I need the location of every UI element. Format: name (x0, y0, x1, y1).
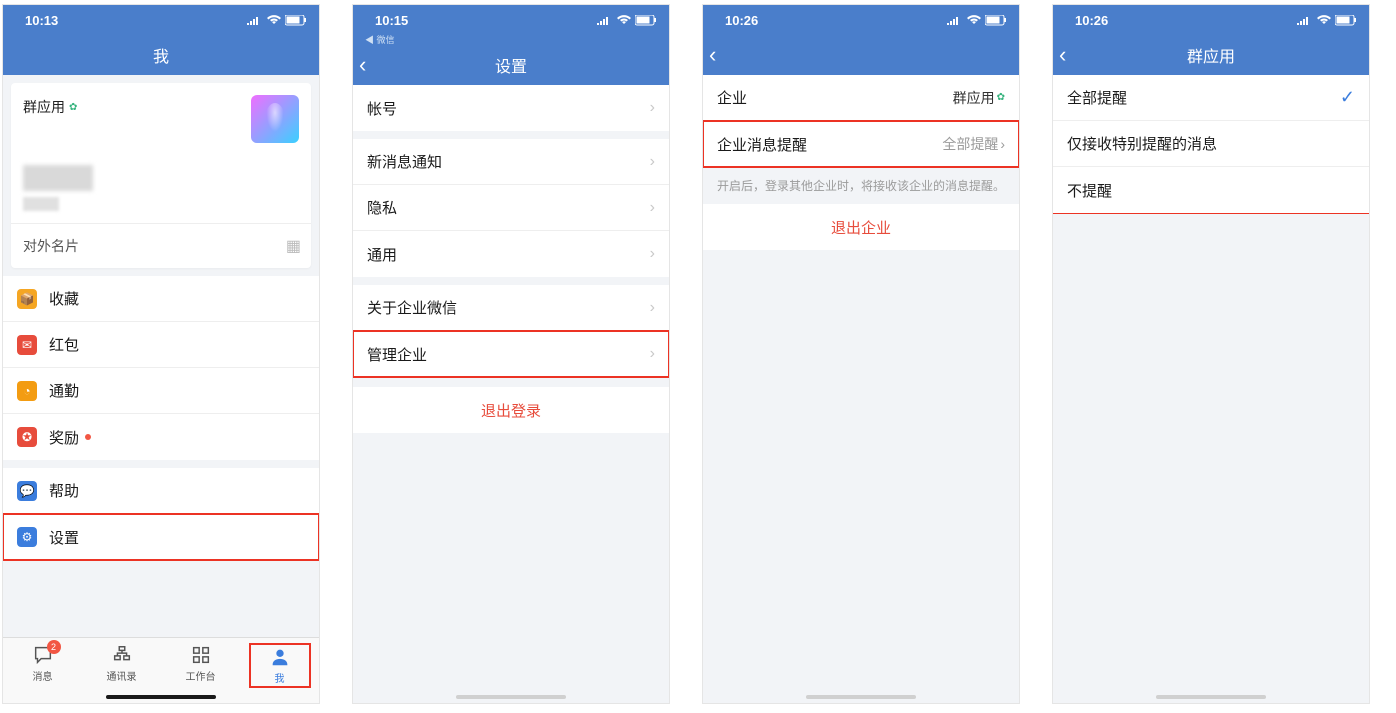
chevron-right-icon: › (650, 299, 655, 317)
chevron-right-icon: › (1000, 136, 1005, 152)
chevron-right-icon: › (650, 199, 655, 217)
row-enterprise[interactable]: 企业 群应用 ✿ (703, 75, 1019, 121)
badge: 2 (47, 640, 61, 654)
row-newmsg[interactable]: 新消息通知 › (353, 139, 669, 185)
status-indicators (947, 15, 1007, 26)
content-area: 帐号 › 新消息通知 › 隐私 › 通用 › 关于企业微信 › (353, 85, 669, 703)
quit-enterprise-button[interactable]: 退出企业 (703, 204, 1019, 250)
row-privacy[interactable]: 隐私 › (353, 185, 669, 231)
home-indicator (106, 695, 216, 699)
avatar (251, 95, 299, 143)
page-title: 群应用 (1187, 43, 1235, 67)
menu-help[interactable]: 💬 帮助 (3, 468, 319, 514)
envelope-icon: ✉ (17, 335, 37, 355)
status-indicators (597, 15, 657, 26)
nav-header: ‹ 设置 (353, 45, 669, 85)
tab-messages[interactable]: 2 消息 (13, 644, 73, 683)
chevron-right-icon: › (650, 245, 655, 263)
option-none[interactable]: 不提醒 (1053, 167, 1369, 213)
option-all[interactable]: 全部提醒 ✓ (1053, 75, 1369, 121)
clock-icon: ◔ (17, 381, 37, 401)
content-area: 全部提醒 ✓ 仅接收特别提醒的消息 不提醒 (1053, 75, 1369, 703)
tab-workbench[interactable]: 工作台 (171, 644, 231, 683)
logout-button[interactable]: 退出登录 (353, 387, 669, 433)
chevron-right-icon: › (650, 345, 655, 363)
status-indicators (1297, 15, 1357, 26)
tab-bar: 2 消息 通讯录 工作台 我 (3, 637, 319, 703)
content-area: 企业 群应用 ✿ 企业消息提醒 全部提醒 › 开启后，登录其他企业时，将接收该企… (703, 75, 1019, 703)
status-bar: 10:26 (1053, 5, 1369, 35)
row-account[interactable]: 帐号 › (353, 85, 669, 131)
nav-header: ‹ 群应用 (1053, 35, 1369, 75)
status-bar: 10:26 (703, 5, 1019, 35)
home-indicator (806, 695, 916, 699)
medal-icon: ✪ (17, 427, 37, 447)
status-time: 10:26 (1075, 13, 1108, 28)
unread-dot (85, 434, 91, 440)
row-about[interactable]: 关于企业微信 › (353, 285, 669, 331)
return-to-app[interactable]: ◀ 微信 (353, 33, 669, 45)
page-title: 我 (153, 43, 169, 67)
option-special[interactable]: 仅接收特别提醒的消息 (1053, 121, 1369, 167)
row-manage-enterprise[interactable]: 管理企业 › (353, 331, 669, 377)
profile-card[interactable]: 群应用 ✿ 对外名片 ▦ (11, 83, 311, 268)
back-button[interactable]: ‹ (359, 52, 366, 78)
status-bar: 10:15 (353, 5, 669, 35)
qr-icon: ▦ (286, 236, 299, 256)
menu-attendance[interactable]: ◔ 通勤 (3, 368, 319, 414)
menu-reward[interactable]: ✪ 奖励 (3, 414, 319, 460)
back-button[interactable]: ‹ (1059, 42, 1066, 68)
menu-settings[interactable]: ⚙ 设置 (3, 514, 319, 560)
helper-text: 开启后，登录其他企业时，将接收该企业的消息提醒。 (703, 167, 1019, 204)
gear-icon: ⚙ (17, 527, 37, 547)
content-area: 群应用 ✿ 对外名片 ▦ 📦 收藏 ✉ 红包 ◔ 通勤 (3, 75, 319, 637)
row-general[interactable]: 通用 › (353, 231, 669, 277)
verified-icon: ✿ (997, 92, 1005, 103)
nav-header: 我 (3, 35, 319, 75)
home-indicator (1156, 695, 1266, 699)
user-sub-blurred (23, 197, 59, 211)
check-icon: ✓ (1340, 87, 1355, 108)
status-time: 10:13 (25, 13, 58, 28)
nav-header: ‹ (703, 35, 1019, 75)
tab-me[interactable]: 我 (250, 644, 310, 687)
chevron-right-icon: › (650, 99, 655, 117)
status-time: 10:15 (375, 13, 408, 28)
home-indicator (456, 695, 566, 699)
status-indicators (247, 15, 307, 26)
box-icon: 📦 (17, 289, 37, 309)
menu-favorites[interactable]: 📦 收藏 (3, 276, 319, 322)
tab-contacts[interactable]: 通讯录 (92, 644, 152, 683)
row-enterprise-notify[interactable]: 企业消息提醒 全部提醒 › (703, 121, 1019, 167)
page-title: 设置 (495, 53, 527, 77)
annotation-arrow (183, 621, 303, 637)
status-time: 10:26 (725, 13, 758, 28)
external-card-row[interactable]: 对外名片 ▦ (11, 223, 311, 268)
back-button[interactable]: ‹ (709, 42, 716, 68)
chat-icon: 💬 (17, 481, 37, 501)
menu-hongbao[interactable]: ✉ 红包 (3, 322, 319, 368)
user-name-blurred (23, 165, 93, 191)
verified-icon: ✿ (69, 102, 77, 113)
status-bar: 10:13 (3, 5, 319, 35)
chevron-right-icon: › (650, 153, 655, 171)
